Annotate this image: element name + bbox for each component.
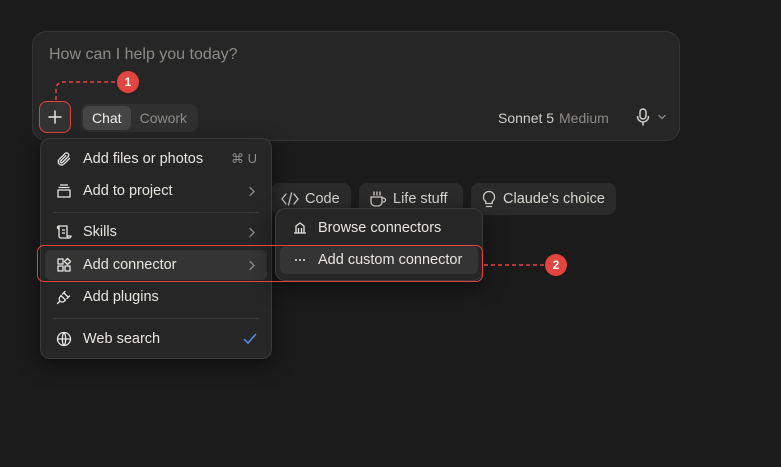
annotation-highlight-box <box>37 245 483 282</box>
annotation-badge-2: 2 <box>545 254 567 276</box>
annotation-dashed-lines <box>55 81 545 266</box>
annotation-badge-1: 1 <box>117 71 139 93</box>
